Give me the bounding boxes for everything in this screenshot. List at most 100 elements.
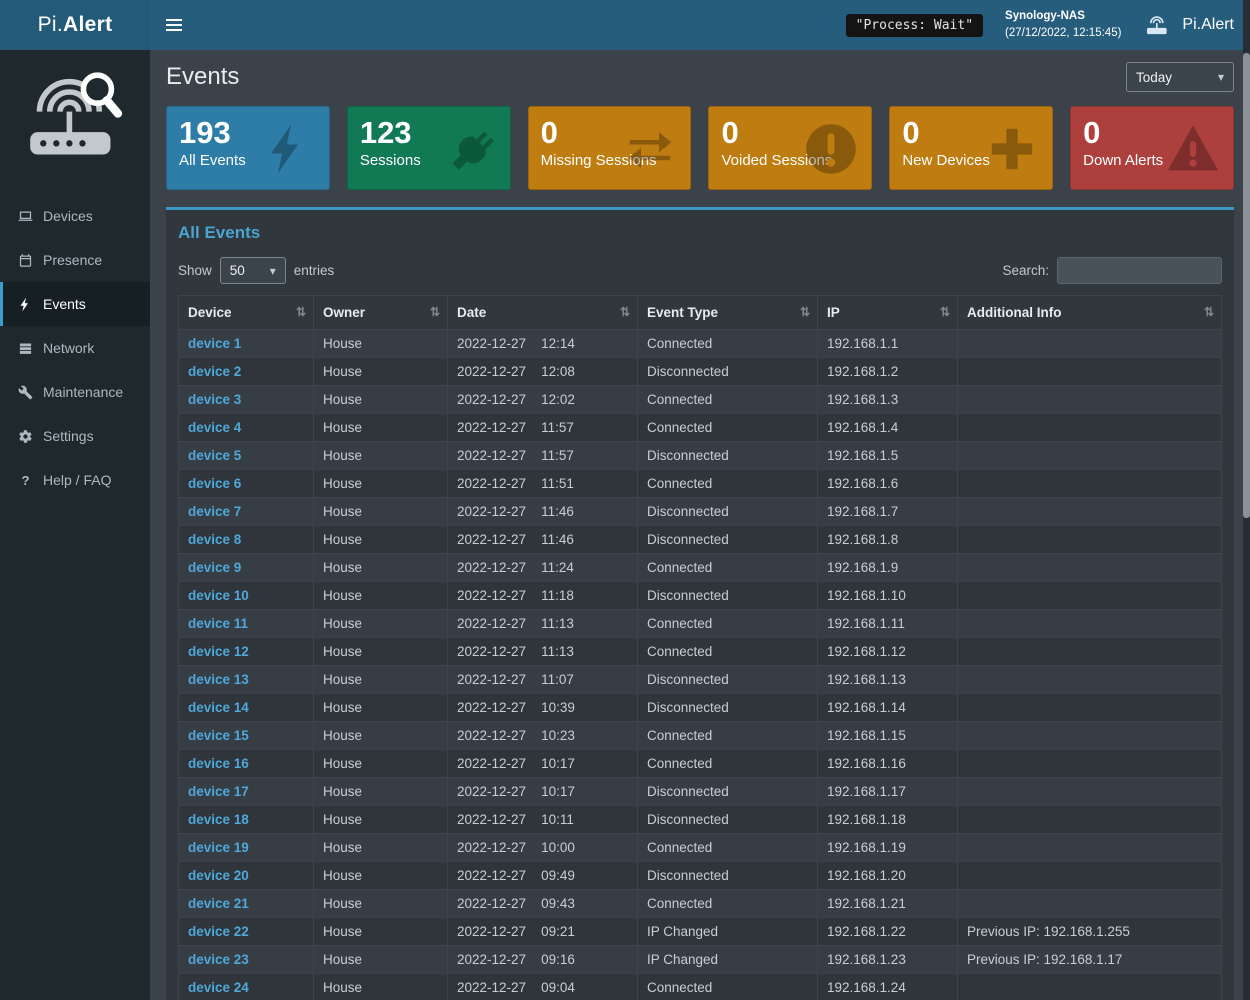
cell-additional-info	[958, 526, 1222, 554]
device-link[interactable]: device 15	[188, 728, 249, 743]
card-new-devices[interactable]: 0 New Devices	[889, 106, 1053, 190]
scrollbar-thumb[interactable]	[1243, 53, 1250, 518]
device-link[interactable]: device 7	[188, 504, 241, 519]
device-link[interactable]: device 2	[188, 364, 241, 379]
event-date: 2022-12-27	[457, 392, 526, 407]
table-row: device 8 House2022-12-2711:46Disconnected…	[179, 526, 1222, 554]
event-date: 2022-12-27	[457, 336, 526, 351]
device-link[interactable]: device 14	[188, 700, 249, 715]
hamburger-icon[interactable]	[166, 19, 182, 31]
device-link[interactable]: device 4	[188, 420, 241, 435]
period-select[interactable]: Today ▾	[1126, 62, 1234, 92]
sort-icon: ⇅	[800, 305, 810, 319]
device-link[interactable]: device 21	[188, 896, 249, 911]
period-select-value: Today	[1136, 70, 1172, 85]
cell-event-type: Connected	[638, 974, 818, 1000]
device-link[interactable]: device 12	[188, 644, 249, 659]
device-link[interactable]: device 17	[188, 784, 249, 799]
device-link[interactable]: device 1	[188, 336, 241, 351]
device-link[interactable]: device 8	[188, 532, 241, 547]
cell-additional-info	[958, 722, 1222, 750]
device-link[interactable]: device 20	[188, 868, 249, 883]
card-down-alerts[interactable]: 0 Down Alerts	[1070, 106, 1234, 190]
cell-additional-info	[958, 582, 1222, 610]
event-time: 09:04	[541, 980, 575, 995]
event-time: 10:17	[541, 756, 575, 771]
header-brand-label: Pi.Alert	[1182, 16, 1234, 34]
column-header-additional-info[interactable]: Additional Info⇅	[958, 296, 1222, 330]
device-link[interactable]: device 18	[188, 812, 249, 827]
cell-date: 2022-12-2711:46	[448, 526, 638, 554]
card-voided-sessions[interactable]: 0 Voided Sessions	[708, 106, 872, 190]
column-header-ip[interactable]: IP⇅	[818, 296, 958, 330]
device-link[interactable]: device 6	[188, 476, 241, 491]
sidebar-item-label: Presence	[43, 252, 102, 268]
cell-additional-info	[958, 358, 1222, 386]
cell-additional-info	[958, 750, 1222, 778]
card-missing-sessions[interactable]: 0 Missing Sessions	[528, 106, 692, 190]
device-link[interactable]: device 19	[188, 840, 249, 855]
search-input[interactable]	[1057, 257, 1222, 284]
cell-event-type: Disconnected	[638, 526, 818, 554]
device-link[interactable]: device 9	[188, 560, 241, 575]
device-link[interactable]: device 3	[188, 392, 241, 407]
cell-date: 2022-12-2710:39	[448, 694, 638, 722]
device-link[interactable]: device 16	[188, 756, 249, 771]
table-row: device 1House2022-12-2712:14Connected192…	[179, 330, 1222, 358]
cell-device: device 6	[179, 470, 314, 498]
sidebar-item-presence[interactable]: Presence	[0, 238, 150, 282]
sidebar-item-network[interactable]: Network	[0, 326, 150, 370]
sidebar-item-events[interactable]: Events	[0, 282, 150, 326]
card-sessions[interactable]: 123 Sessions	[347, 106, 511, 190]
cell-device: device 4	[179, 414, 314, 442]
device-link[interactable]: device 10	[188, 588, 249, 603]
devices-icon	[18, 209, 33, 224]
cell-additional-info	[958, 386, 1222, 414]
cell-additional-info	[958, 694, 1222, 722]
sidebar-item-help[interactable]: ? Help / FAQ	[0, 458, 150, 502]
cell-event-type: Connected	[638, 330, 818, 358]
page-size-select[interactable]: 50 ▾	[220, 257, 286, 284]
event-time: 12:02	[541, 392, 575, 407]
sidebar-item-settings[interactable]: Settings	[0, 414, 150, 458]
event-time: 09:43	[541, 896, 575, 911]
cell-ip: 192.168.1.15	[818, 722, 958, 750]
event-date: 2022-12-27	[457, 616, 526, 631]
device-link[interactable]: device 23	[188, 952, 249, 967]
device-link[interactable]: device 24	[188, 980, 249, 995]
device-link[interactable]: device 5	[188, 448, 241, 463]
cell-event-type: Disconnected	[638, 498, 818, 526]
column-header-date[interactable]: Date⇅	[448, 296, 638, 330]
cell-owner: House	[314, 834, 448, 862]
plus-icon	[985, 122, 1039, 176]
scrollbar-track[interactable]	[1243, 0, 1250, 1000]
table-row: device 7House2022-12-2711:46Disconnected…	[179, 498, 1222, 526]
event-time: 10:39	[541, 700, 575, 715]
header-brand[interactable]: Pi.Alert	[1143, 13, 1234, 37]
cell-date: 2022-12-2712:14	[448, 330, 638, 358]
cell-owner: House	[314, 862, 448, 890]
device-link[interactable]: device 11	[188, 616, 248, 631]
event-date: 2022-12-27	[457, 812, 526, 827]
cell-owner: House	[314, 526, 448, 554]
app-screen: Pi.Alert "Process: Wait" Synology-NAS (2…	[0, 0, 1250, 1000]
event-time: 12:08	[541, 364, 575, 379]
nas-info: Synology-NAS (27/12/2022, 12:15:45)	[1005, 8, 1121, 41]
cell-event-type: IP Changed	[638, 918, 818, 946]
device-link[interactable]: device 22	[188, 924, 249, 939]
column-header-owner[interactable]: Owner⇅	[314, 296, 448, 330]
cell-ip: 192.168.1.1	[818, 330, 958, 358]
device-link[interactable]: device 13	[188, 672, 249, 687]
card-all-events[interactable]: 193 All Events	[166, 106, 330, 190]
cell-event-type: Connected	[638, 638, 818, 666]
cell-device: device 17	[179, 778, 314, 806]
cell-event-type: Disconnected	[638, 582, 818, 610]
column-header-event-type[interactable]: Event Type⇅	[638, 296, 818, 330]
table-row: device 12House2022-12-2711:13Connected19…	[179, 638, 1222, 666]
sidebar-item-devices[interactable]: Devices	[0, 194, 150, 238]
table-row: device 16House2022-12-2710:17Connected19…	[179, 750, 1222, 778]
sidebar-item-maintenance[interactable]: Maintenance	[0, 370, 150, 414]
column-header-device[interactable]: Device⇅	[179, 296, 314, 330]
app-logo[interactable]: Pi.Alert	[0, 0, 150, 50]
cell-additional-info	[958, 638, 1222, 666]
